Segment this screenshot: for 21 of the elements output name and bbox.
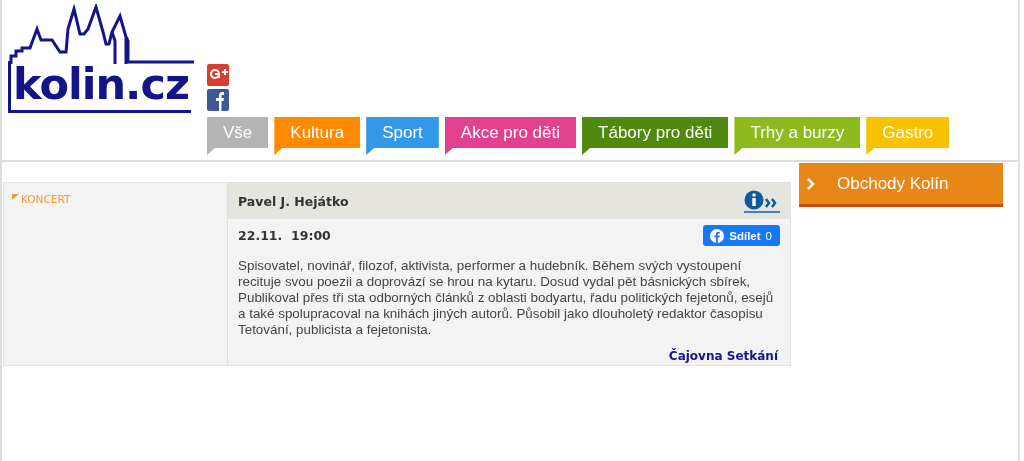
category-tab[interactable]: Trhy a burzy [734, 117, 861, 155]
event-description: Spisovatel, novinář, filozof, aktivista, performer a hudebník. Během svých vystoupení recituje svou poezii a doprovází se hrou na kytaru. Dosud vydal pět básnických sbírek, Publikoval přes tři sta odborných článků z oblasti bodyartu, řadu politických fejetonů, esejů a také spolupracoval na knihách jiných autorů. Působil jako dlouholetý redaktor časopisu Tetování, publicista a fejetonista. [238, 258, 775, 338]
shops-button[interactable]: Obchody Kolín [799, 163, 1003, 207]
share-button[interactable]: Sdílet 0 [703, 225, 780, 246]
facebook-icon [710, 228, 725, 243]
event-datetime: 22.11. 19:00 [238, 228, 331, 243]
logo-text[interactable]: kolin.cz [8, 61, 191, 113]
category-tab[interactable]: Vše [207, 117, 269, 155]
corner-flag-icon [12, 194, 19, 200]
event-title: Pavel J. Hejátko [238, 193, 349, 209]
category-tab[interactable]: Gastro [866, 117, 950, 155]
category-label[interactable]: KONCERT [12, 193, 71, 205]
category-tab[interactable]: Kultura [274, 117, 361, 155]
google-plus-icon[interactable] [207, 64, 229, 86]
category-tab[interactable]: Sport [366, 117, 439, 155]
info-link[interactable] [744, 189, 780, 213]
category-tab[interactable]: Tábory pro děti [582, 117, 729, 155]
category-tab[interactable]: Akce pro děti [444, 117, 577, 155]
facebook-icon[interactable] [207, 89, 229, 111]
venue-link[interactable]: Čajovna Setkání [668, 349, 778, 363]
chevron-icon [807, 177, 815, 190]
